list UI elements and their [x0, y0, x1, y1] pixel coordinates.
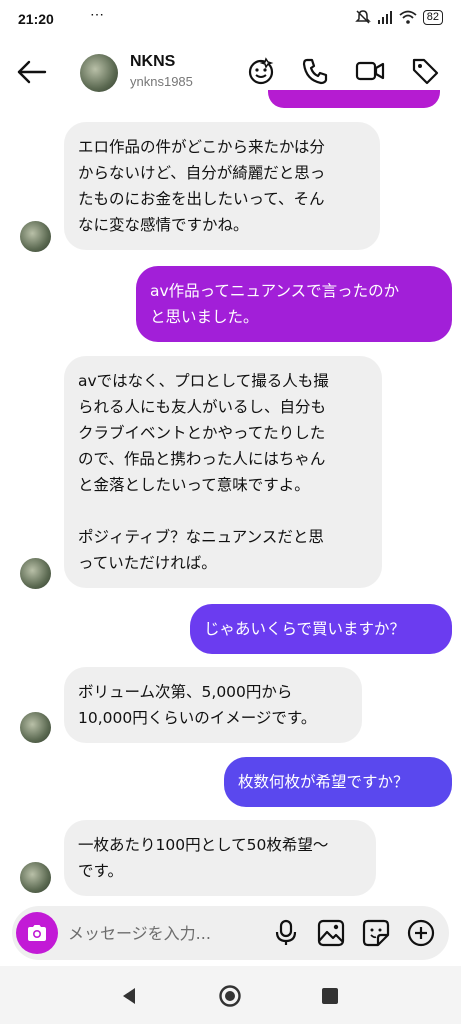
wifi-icon	[399, 10, 417, 24]
message-bubble-outgoing: じゃあいくらで買いますか？	[190, 604, 452, 654]
message-avatar	[20, 712, 51, 743]
back-arrow-icon[interactable]	[16, 58, 48, 86]
microphone-icon[interactable]	[272, 919, 300, 947]
nav-home-icon[interactable]	[218, 984, 242, 1008]
status-time: 21:20	[18, 11, 54, 27]
notification-dots-icon: ⋯	[90, 6, 105, 22]
nav-recents-icon[interactable]	[318, 984, 342, 1008]
tag-icon[interactable]	[410, 56, 440, 86]
sticker-icon[interactable]	[362, 919, 390, 947]
system-nav-bar	[0, 966, 461, 1024]
message-composer	[12, 906, 449, 960]
battery-icon: 82	[422, 9, 443, 25]
camera-button[interactable]	[16, 912, 58, 954]
message-avatar	[20, 221, 51, 252]
signal-icon	[377, 11, 392, 24]
video-camera-icon[interactable]	[355, 56, 385, 86]
sticker-face-icon[interactable]	[246, 56, 276, 86]
contact-avatar[interactable]	[80, 54, 118, 92]
message-avatar	[20, 558, 51, 589]
message-bubble-incoming: エロ作品の件がどこから来たかは分 からないけど、自分が綺麗だと思っ たものにお金…	[64, 122, 380, 250]
message-bubble-outgoing: av作品ってニュアンスで言ったのか と思いました。	[136, 266, 452, 342]
nav-back-icon[interactable]	[117, 984, 141, 1008]
camera-icon	[28, 925, 46, 941]
message-bubble-incoming: ボリューム次第、5,000円から 10,000円くらいのイメージです。	[64, 667, 362, 743]
status-bar: 21:20 ⋯ 82	[0, 0, 461, 40]
message-input[interactable]	[68, 922, 238, 944]
mute-icon	[354, 10, 371, 24]
contact-handle[interactable]: ynkns1985	[130, 74, 193, 89]
message-bubble-outgoing: 枚数何枚が希望ですか？	[224, 757, 452, 807]
message-bubble-incoming: 一枚あたり100円として50枚希望〜 です。	[64, 820, 376, 896]
contact-name[interactable]: NKNS	[130, 53, 175, 71]
status-icons: 82	[354, 9, 443, 25]
previous-outgoing-bubble	[268, 90, 440, 108]
image-icon[interactable]	[317, 919, 345, 947]
message-bubble-incoming: avではなく、プロとして撮る人も撮 られる人にも友人がいるし、自分も クラブイベ…	[64, 356, 382, 588]
phone-icon[interactable]	[300, 56, 330, 86]
plus-circle-icon[interactable]	[407, 919, 435, 947]
message-avatar	[20, 862, 51, 893]
